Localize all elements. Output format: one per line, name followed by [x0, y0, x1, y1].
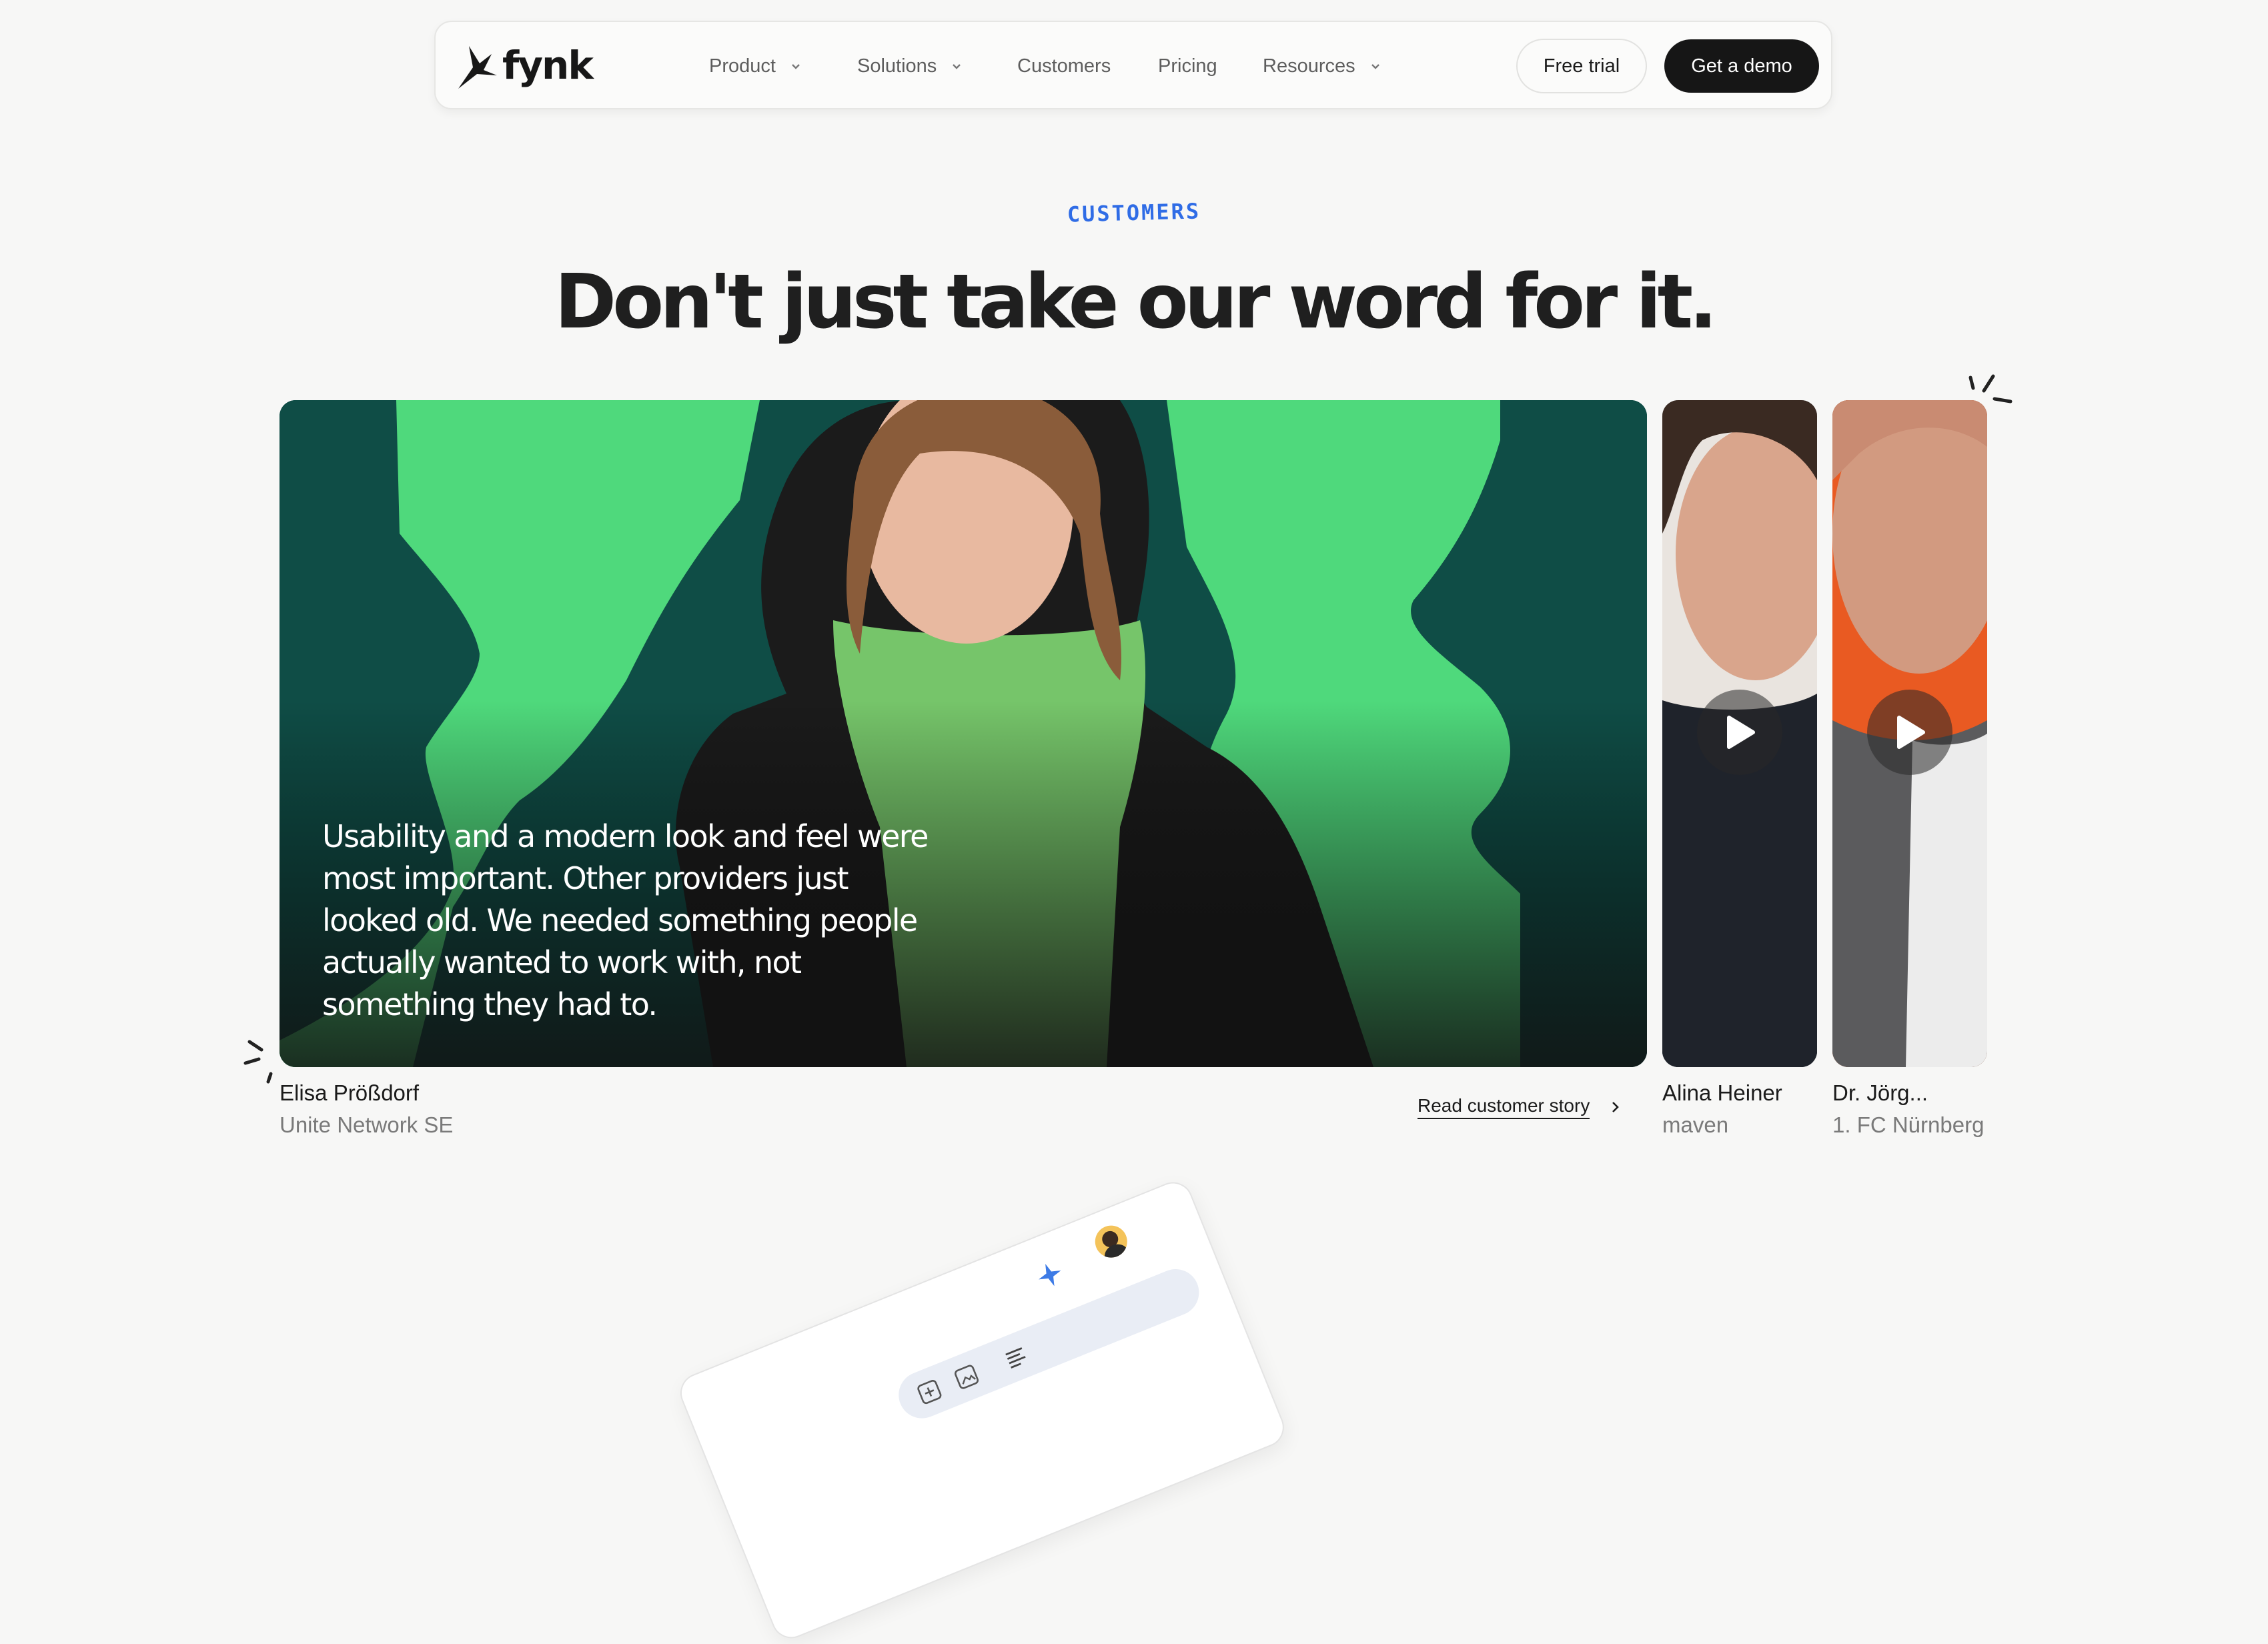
play-button[interactable]	[1867, 690, 1952, 775]
chevron-down-icon	[953, 64, 961, 69]
text-align-icon	[1005, 1347, 1026, 1369]
logo[interactable]: fynk	[457, 41, 594, 90]
free-trial-button[interactable]: Free trial	[1516, 39, 1647, 93]
avatar	[1090, 1220, 1132, 1263]
read-customer-story-link[interactable]: Read customer story	[1418, 1094, 1623, 1120]
testimonial-card-featured[interactable]: Usability and a modern look and feel wer…	[279, 400, 1647, 1067]
read-customer-story-label: Read customer story	[1418, 1095, 1590, 1119]
nav-product[interactable]: Product	[709, 51, 802, 81]
testimonial-name: Elisa Prößdorf	[279, 1080, 420, 1105]
nav-resources-label: Resources	[1263, 55, 1355, 77]
chevron-right-icon	[1612, 1102, 1620, 1112]
nav-solutions[interactable]: Solutions	[857, 51, 963, 81]
testimonial-quote: Usability and a modern look and feel wer…	[322, 818, 929, 1022]
logo-bird-icon	[458, 46, 497, 89]
section-eyebrow: CUSTOMERS	[1067, 198, 1201, 227]
top-navigation: fynk Product Solutions Customers Pricing…	[434, 21, 1832, 109]
play-icon	[1727, 716, 1755, 749]
image-icon	[954, 1365, 979, 1389]
sparkle-icon	[1039, 1263, 1061, 1287]
chevron-down-icon	[1371, 64, 1379, 69]
chevron-down-icon	[792, 64, 800, 69]
testimonial-card-video[interactable]	[1832, 400, 1987, 1067]
testimonial-card-video[interactable]	[1662, 400, 1817, 1067]
testimonial-name: Alina Heiner	[1662, 1080, 1782, 1105]
play-button[interactable]	[1697, 690, 1782, 775]
testimonial-company: 1. FC Nürnberg	[1832, 1112, 1985, 1137]
product-mockup-preview	[674, 1176, 1290, 1644]
testimonial-company: maven	[1662, 1112, 1729, 1137]
nav-pricing[interactable]: Pricing	[1158, 51, 1217, 81]
add-icon	[917, 1380, 942, 1405]
nav-solutions-label: Solutions	[857, 55, 937, 77]
nav-resources[interactable]: Resources	[1263, 51, 1382, 81]
nav-pricing-label: Pricing	[1158, 55, 1217, 77]
nav-customers[interactable]: Customers	[1017, 51, 1111, 81]
play-icon	[1897, 716, 1925, 749]
testimonial-company: Unite Network SE	[279, 1112, 454, 1137]
testimonial-name: Dr. Jörg...	[1832, 1080, 1928, 1105]
logo-text: fynk	[502, 43, 594, 88]
page-headline: Don't just take our word for it.	[554, 259, 1717, 345]
sparkle-icon	[243, 1040, 273, 1084]
get-demo-button[interactable]: Get a demo	[1664, 39, 1819, 93]
nav-customers-label: Customers	[1017, 55, 1111, 77]
nav-product-label: Product	[709, 55, 776, 77]
